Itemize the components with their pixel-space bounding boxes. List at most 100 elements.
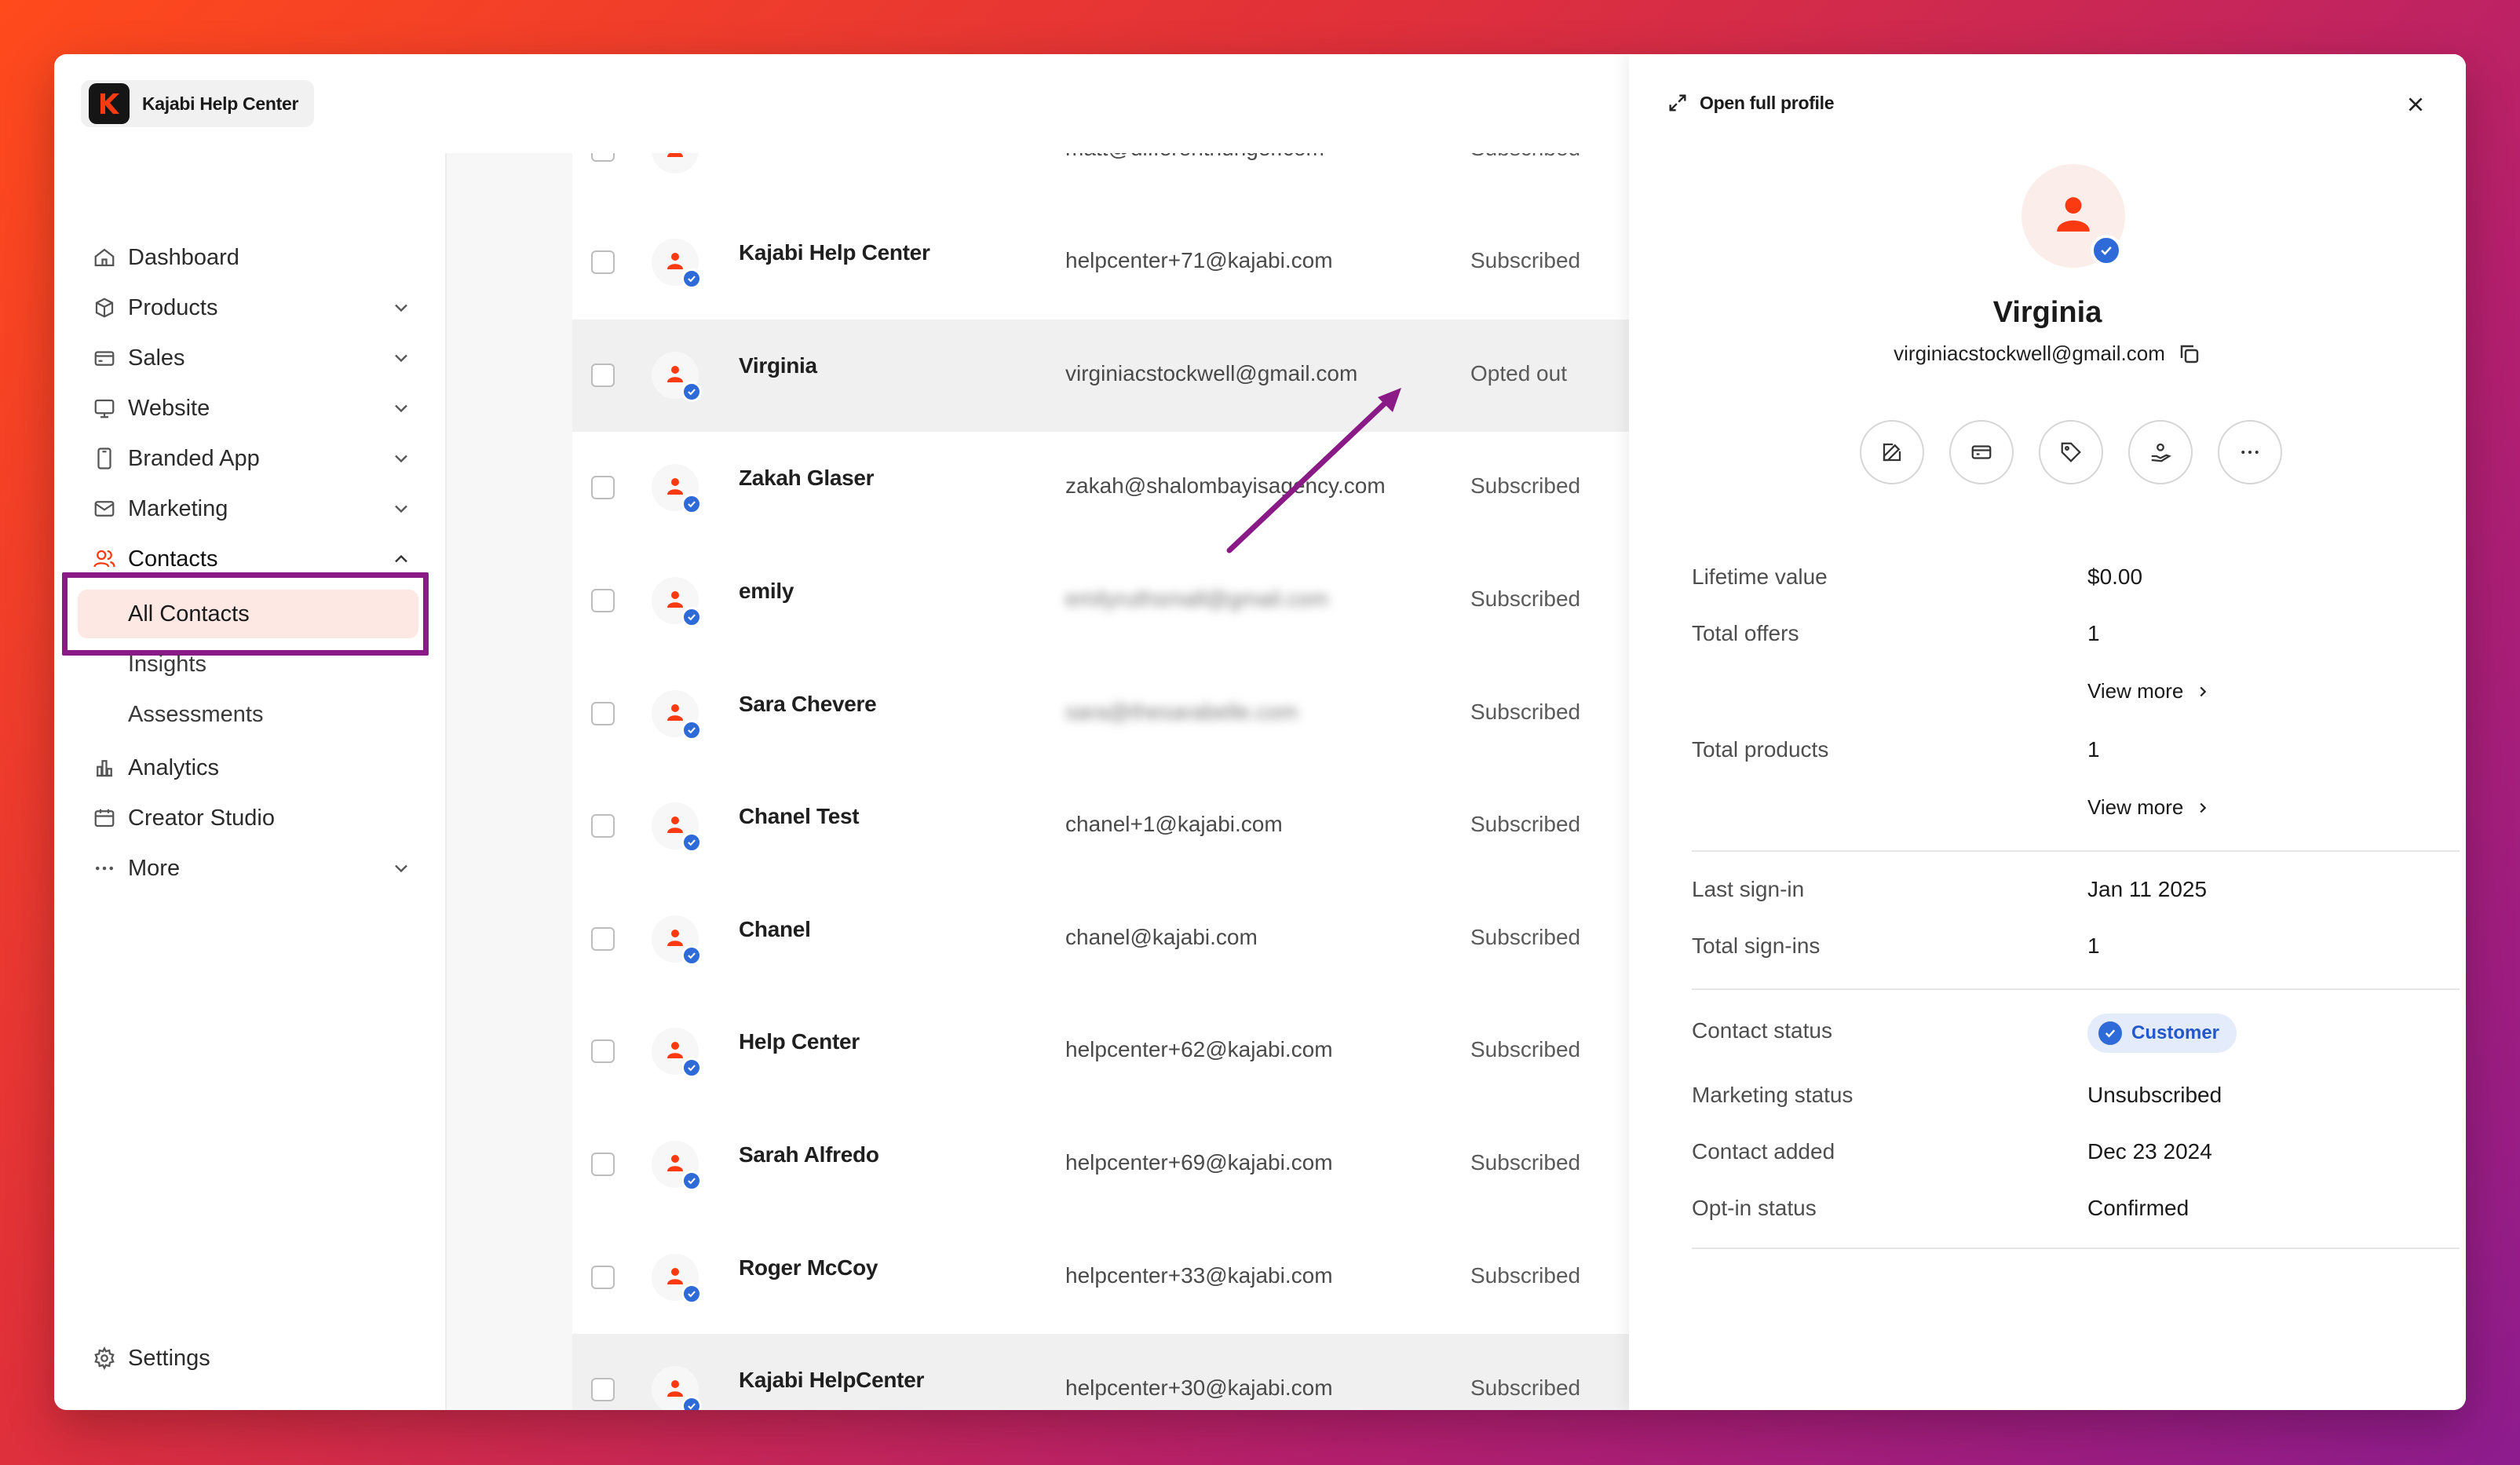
- site-switcher[interactable]: Kajabi Help Center: [81, 80, 315, 127]
- sidebar-item-assessments[interactable]: Assessments: [128, 693, 263, 736]
- more-horizontal-icon: [90, 854, 119, 882]
- contact-email: zakah@shalombayisagency.com: [1065, 473, 1386, 498]
- close-button[interactable]: [2401, 90, 2430, 119]
- sidebar-item-sales[interactable]: Sales: [90, 337, 418, 379]
- contact-name[interactable]: Kajabi HelpCenter: [739, 1368, 924, 1393]
- settings-label: Settings: [128, 1345, 210, 1371]
- person-icon: [667, 1268, 683, 1284]
- row-checkbox[interactable]: [591, 927, 615, 951]
- sidebar-item-label: Assessments: [128, 701, 264, 727]
- verified-check-icon: [681, 382, 702, 402]
- contact-name[interactable]: Help Center: [739, 1029, 860, 1054]
- copy-icon[interactable]: [2178, 342, 2201, 366]
- contact-name[interactable]: Sara Chevere: [739, 692, 877, 717]
- site-name: Kajabi Help Center: [142, 93, 299, 114]
- row-checkbox[interactable]: [591, 1266, 615, 1289]
- sidebar-item-products[interactable]: Products: [90, 287, 418, 329]
- contacts-table: mattmatt@differenthunger.comSubscribedKa…: [572, 153, 1629, 1410]
- marketing-status: Subscribed: [1470, 1375, 1581, 1400]
- open-full-profile-button[interactable]: Open full profile: [1667, 92, 1835, 114]
- sidebar-item-label: Dashboard: [128, 244, 239, 270]
- verified-check-icon: [681, 1171, 702, 1191]
- row-checkbox[interactable]: [591, 1153, 615, 1176]
- contact-name[interactable]: Zakah Glaser: [739, 466, 875, 491]
- table-row[interactable]: Zakah Glaser zakah@shalombayisagency.com S…: [572, 432, 1629, 544]
- more-actions-button[interactable]: [2218, 420, 2282, 484]
- edit-button[interactable]: [1860, 420, 1924, 484]
- sidebar-item-website[interactable]: Website: [90, 387, 418, 429]
- credit-card-icon: [90, 344, 119, 372]
- contact-email: chanel+1@kajabi.com: [1065, 812, 1283, 836]
- sidebar-item-analytics[interactable]: Analytics: [90, 747, 418, 789]
- contact-name[interactable]: Roger McCoy: [739, 1255, 878, 1281]
- chevron-up-icon: [395, 554, 407, 563]
- contact-name[interactable]: Virginia: [739, 353, 817, 378]
- row-checkbox[interactable]: [591, 153, 615, 162]
- highlight-annotation-box: [62, 572, 429, 656]
- sidebar-item-marketing[interactable]: Marketing: [90, 488, 418, 530]
- sidebar-item-settings[interactable]: Settings: [90, 1337, 418, 1379]
- view-more-offers-link[interactable]: View more: [2087, 679, 2211, 703]
- table-row[interactable]: Roger McCoy helpcenter+33@kajabi.com Subsc…: [572, 1222, 1629, 1334]
- add-tag-button[interactable]: [2039, 420, 2103, 484]
- phone-icon: [90, 444, 119, 473]
- table-row[interactable]: Chanel Test chanel+1@kajabi.com Subscribed: [572, 770, 1629, 882]
- marketing-status: Opted out: [1470, 361, 1567, 385]
- row-checkbox[interactable]: [591, 589, 615, 612]
- open-full-profile-label: Open full profile: [1700, 92, 1835, 113]
- profile-actions: [1860, 420, 2282, 484]
- contact-name[interactable]: Kajabi Help Center: [739, 240, 930, 265]
- marketing-status: Subscribed: [1470, 248, 1581, 272]
- sidebar: Dashboard Products Sales Website Branded…: [54, 153, 447, 1410]
- table-row[interactable]: emily emilyruthsmall@gmail.com Subscribed: [572, 545, 1629, 657]
- check-circle-icon: [2098, 1021, 2122, 1045]
- sidebar-item-insights[interactable]: Insights: [128, 643, 206, 685]
- contact-email: matt@differenthunger.com: [1065, 153, 1324, 161]
- sidebar-item-creator-studio[interactable]: Creator Studio: [90, 797, 418, 839]
- calendar-icon: [90, 804, 119, 832]
- bar-chart-icon: [90, 754, 119, 782]
- contact-name[interactable]: Chanel Test: [739, 804, 860, 829]
- table-row[interactable]: Sarah Alfredo helpcenter+69@kajabi.com Sub…: [572, 1109, 1629, 1221]
- grant-access-button[interactable]: [2128, 420, 2193, 484]
- row-checkbox[interactable]: [591, 814, 615, 838]
- row-checkbox[interactable]: [591, 476, 615, 499]
- row-checkbox[interactable]: [591, 250, 615, 274]
- avatar: [652, 690, 702, 740]
- row-checkbox[interactable]: [591, 702, 615, 725]
- status-badge: Customer: [2087, 1014, 2237, 1053]
- table-row[interactable]: Kajabi HelpCenter helpcenter+30@kajabi.co…: [572, 1334, 1629, 1410]
- offer-icon: [1971, 445, 1992, 459]
- verified-check-icon: [681, 832, 702, 853]
- row-checkbox[interactable]: [591, 364, 615, 387]
- row-checkbox[interactable]: [591, 1039, 615, 1063]
- table-row[interactable]: Help Center helpcenter+62@kajabi.com Subsc…: [572, 996, 1629, 1108]
- contact-name[interactable]: Chanel: [739, 917, 811, 942]
- table-row[interactable]: Chanel chanel@kajabi.com Subscribed: [572, 883, 1629, 996]
- table-row[interactable]: Kajabi Help Center helpcenter+71@kajabi.c…: [572, 206, 1629, 319]
- sidebar-item-dashboard[interactable]: Dashboard: [90, 236, 418, 279]
- view-more-label: View more: [2087, 795, 2184, 819]
- chevron-down-icon: [395, 404, 407, 413]
- contact-added-value: Dec 23 2024: [2087, 1139, 2212, 1164]
- row-checkbox[interactable]: [591, 1378, 615, 1401]
- divider: [1692, 1248, 2460, 1249]
- view-more-products-link[interactable]: View more: [2087, 795, 2211, 820]
- table-row[interactable]: Sara Chevere sara@thesarabelle.com Subscri…: [572, 658, 1629, 770]
- contact-name[interactable]: Sarah Alfredo: [739, 1142, 879, 1167]
- table-row[interactable]: mattmatt@differenthunger.comSubscribed: [572, 153, 1629, 206]
- contact-name[interactable]: emily: [739, 579, 794, 604]
- tag-icon: [2061, 442, 2081, 462]
- optin-status-value: Confirmed: [2087, 1196, 2189, 1220]
- sidebar-item-more[interactable]: More: [90, 847, 418, 890]
- grant-offer-button[interactable]: [1949, 420, 2014, 484]
- person-icon: [667, 153, 683, 157]
- person-icon: [667, 930, 683, 946]
- chevron-down-icon: [395, 455, 407, 463]
- contact-email: helpcenter+62@kajabi.com: [1065, 1037, 1333, 1061]
- sidebar-item-label: More: [128, 855, 181, 881]
- lifetime-value-label: Lifetime value: [1692, 564, 1828, 589]
- table-row[interactable]: Virginia virginiacstockwell@gmail.com Opte…: [572, 320, 1629, 432]
- kajabi-logo-icon: [89, 83, 130, 124]
- sidebar-item-branded-app[interactable]: Branded App: [90, 437, 418, 480]
